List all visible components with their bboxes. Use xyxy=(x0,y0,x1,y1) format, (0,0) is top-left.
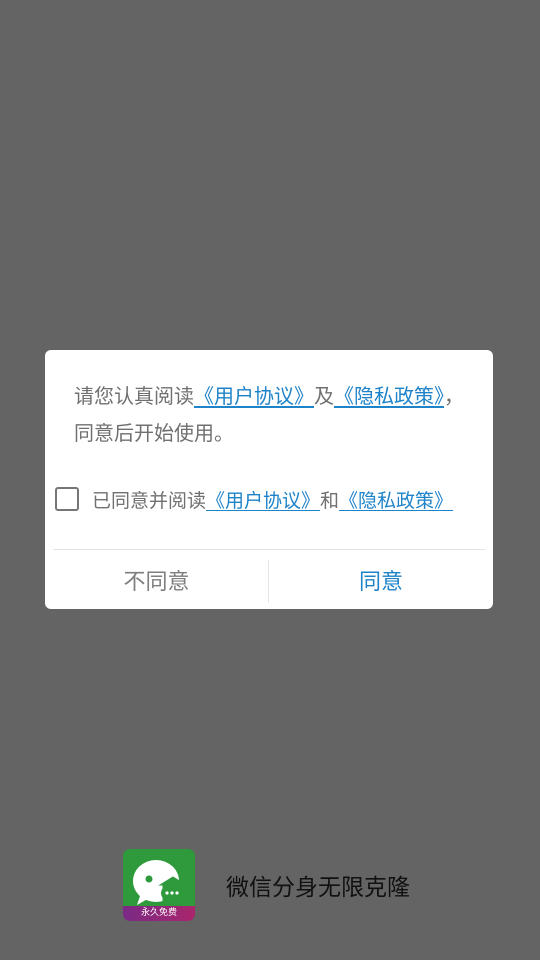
consent-privacy-policy-link[interactable]: 《隐私政策》 xyxy=(339,490,453,512)
intro-user-agreement-link[interactable]: 《用户协议》 xyxy=(194,384,314,408)
app-name: 微信分身无限克隆 xyxy=(226,875,410,901)
free-forever-badge: 永久免费 xyxy=(123,906,195,921)
agree-button[interactable]: 同意 xyxy=(269,550,493,609)
consent-and-text: 和 xyxy=(320,489,340,512)
consent-prefix: 已同意并阅读 xyxy=(92,489,207,512)
consent-row: 已同意并阅读《用户协议》和《隐私政策》 xyxy=(55,484,493,514)
consent-dialog: 请您认真阅读《用户协议》及《隐私政策》，同意后开始使用。 已同意并阅读《用户协议… xyxy=(45,350,493,609)
disagree-button[interactable]: 不同意 xyxy=(45,550,268,609)
consent-user-agreement-link[interactable]: 《用户协议》 xyxy=(206,490,320,512)
intro-privacy-policy-link[interactable]: 《隐私政策》 xyxy=(334,384,444,408)
intro-and-text: 及 xyxy=(314,384,334,408)
intro-text: 请您认真阅读《用户协议》及《隐私政策》，同意后开始使用。 xyxy=(74,378,469,452)
app-icon: 永久免费 xyxy=(123,849,195,921)
consent-text: 已同意并阅读《用户协议》和《隐私政策》 xyxy=(92,486,453,513)
intro-prefix: 请您认真阅读 xyxy=(74,384,194,408)
consent-checkbox[interactable] xyxy=(55,487,79,511)
